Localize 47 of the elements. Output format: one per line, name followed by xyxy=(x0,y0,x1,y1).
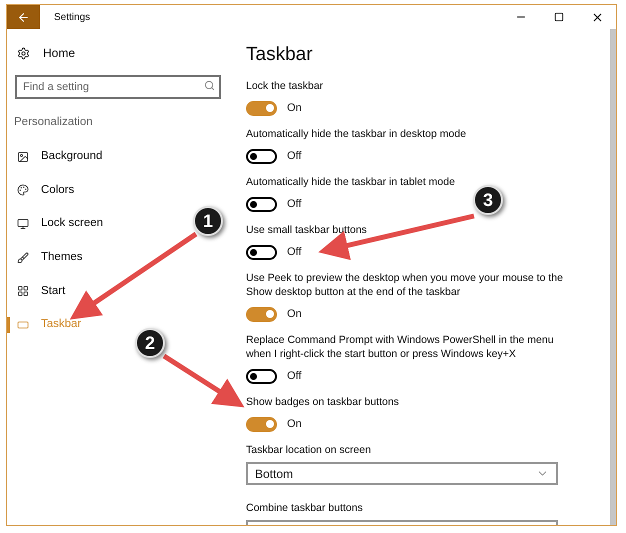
dropdown[interactable]: Bottom xyxy=(246,462,558,485)
sidebar-item[interactable]: Background xyxy=(7,148,102,166)
setting-label: Automatically hide the taskbar in desktop mode xyxy=(246,127,468,141)
toggle-switch[interactable] xyxy=(246,368,277,384)
setting-label: Lock the taskbar xyxy=(246,79,324,93)
toggle-state: Off xyxy=(287,368,302,384)
setting-label: Automatically hide the taskbar in tablet mode xyxy=(246,175,456,189)
toggle-state: On xyxy=(287,100,302,116)
close-icon xyxy=(590,10,604,24)
section-title: Personalization xyxy=(14,115,94,130)
toggle-switch[interactable] xyxy=(246,196,277,212)
setting-label: Replace Command Prompt with Windows PowerShell in the menu when I right-click the start button or press Windows key+X xyxy=(246,333,555,361)
setting-label: Use small taskbar buttons xyxy=(246,223,368,237)
window-title: Settings xyxy=(54,10,90,24)
page-heading: Taskbar xyxy=(246,43,314,67)
sidebar-item[interactable]: Lock screen xyxy=(7,215,104,233)
scrollbar[interactable] xyxy=(610,29,616,525)
monitor-icon xyxy=(17,218,29,230)
sidebar-item[interactable]: Themes xyxy=(7,248,83,266)
palette-icon xyxy=(17,184,29,196)
toggle-state: Off xyxy=(287,244,302,260)
toggle-switch[interactable] xyxy=(246,148,277,164)
setting-label: Use Peek to preview the desktop when you move your mouse to the Show desktop button at the end of the taskbar xyxy=(246,271,564,299)
toggle-switch[interactable] xyxy=(246,306,277,322)
setting-label: Show badges on taskbar buttons xyxy=(246,395,400,409)
toggle-state: Off xyxy=(287,148,302,164)
brush-icon xyxy=(17,252,29,264)
back-button[interactable] xyxy=(7,5,40,29)
search-field[interactable]: Find a setting xyxy=(15,75,221,99)
home-item[interactable]: Home xyxy=(7,43,234,63)
search-icon xyxy=(204,80,215,91)
setting-label: Combine taskbar buttons xyxy=(246,501,364,515)
toggle-switch[interactable] xyxy=(246,244,277,260)
toggle-state: On xyxy=(287,306,302,322)
grid-icon xyxy=(17,285,29,298)
toggle-state: On xyxy=(287,416,302,432)
back-arrow-icon xyxy=(17,10,30,24)
maximize-icon xyxy=(554,12,564,22)
toggle-switch[interactable] xyxy=(246,100,277,116)
sidebar-item[interactable]: Colors xyxy=(7,182,74,200)
sidebar-item[interactable]: Start xyxy=(7,282,66,300)
toggle-switch[interactable] xyxy=(246,416,277,432)
picture-frame-icon xyxy=(17,150,29,163)
toggle-state: Off xyxy=(287,196,302,212)
settings-icon xyxy=(17,46,30,60)
setting-label: Taskbar location on screen xyxy=(246,443,372,457)
rectangle-icon xyxy=(17,318,29,331)
